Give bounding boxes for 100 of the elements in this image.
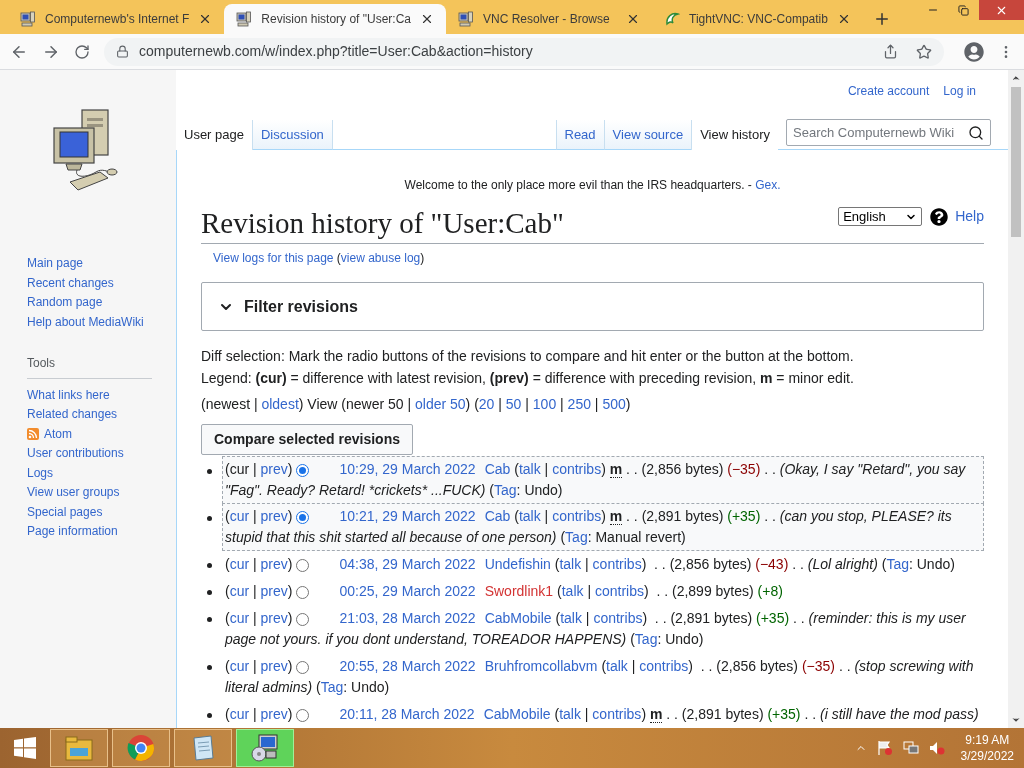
sidebar-link[interactable]: Recent changes bbox=[27, 275, 114, 291]
link[interactable]: talk bbox=[518, 508, 541, 524]
timestamp-link[interactable]: 10:21, 29 March 2022 bbox=[339, 508, 476, 524]
language-select[interactable]: English bbox=[838, 207, 923, 226]
sidebar-link[interactable]: Random page bbox=[27, 295, 103, 311]
link[interactable]: Tag bbox=[565, 529, 588, 545]
account-link[interactable]: Log in bbox=[943, 82, 976, 97]
link[interactable]: prev bbox=[260, 556, 288, 572]
sidebar-link[interactable]: Logs bbox=[27, 463, 54, 482]
link[interactable]: Swordlink1 bbox=[484, 583, 554, 599]
muted-speaker-icon[interactable] bbox=[928, 740, 945, 756]
taskbar-app[interactable] bbox=[236, 729, 294, 767]
flag-icon[interactable] bbox=[876, 740, 893, 756]
radio-button[interactable] bbox=[296, 463, 310, 477]
link[interactable]: contribs bbox=[552, 461, 602, 477]
browser-tab[interactable]: TightVNC: VNC-Compatib bbox=[652, 4, 863, 34]
link[interactable]: talk bbox=[559, 706, 581, 722]
link[interactable]: cur bbox=[229, 706, 250, 722]
link[interactable]: prev bbox=[260, 461, 288, 477]
scrollbar[interactable] bbox=[1008, 70, 1024, 728]
link[interactable]: Bruhfromcollabvm bbox=[484, 658, 598, 674]
timestamp-link[interactable]: 10:29, 29 March 2022 bbox=[339, 461, 476, 477]
link[interactable]: cur bbox=[229, 583, 250, 599]
radio-button[interactable] bbox=[296, 558, 310, 572]
sidebar-link[interactable]: Atom bbox=[44, 424, 72, 443]
link[interactable]: View logs for this page bbox=[213, 251, 334, 265]
link[interactable]: cur bbox=[229, 658, 250, 674]
browser-tab[interactable]: Revision history of "User:Ca bbox=[224, 4, 446, 34]
taskbar-app[interactable] bbox=[174, 729, 232, 767]
link[interactable]: oldest bbox=[261, 396, 299, 412]
page-tab[interactable]: Read bbox=[555, 120, 604, 150]
page-tab[interactable]: Discussion bbox=[253, 120, 333, 150]
timestamp-link[interactable]: 04:38, 29 March 2022 bbox=[339, 556, 476, 572]
radio-button[interactable] bbox=[296, 510, 310, 524]
link[interactable]: prev bbox=[260, 658, 288, 674]
link[interactable]: talk bbox=[559, 556, 582, 572]
filter-panel[interactable]: Filter revisions bbox=[201, 282, 984, 331]
taskbar-app[interactable] bbox=[112, 729, 170, 767]
link[interactable]: cur bbox=[229, 610, 250, 626]
search-field[interactable]: Search Computernewb Wiki bbox=[786, 119, 991, 146]
radio-button[interactable] bbox=[296, 585, 310, 599]
link[interactable]: prev bbox=[260, 706, 288, 722]
link[interactable]: Gex. bbox=[755, 178, 781, 192]
link[interactable]: Undefishin bbox=[484, 556, 551, 572]
timestamp-link[interactable]: 21:03, 28 March 2022 bbox=[339, 610, 476, 626]
link[interactable]: view abuse log bbox=[340, 251, 421, 265]
sidebar-link[interactable]: Main page bbox=[27, 256, 84, 272]
sidebar-link[interactable]: Help about MediaWiki bbox=[27, 314, 144, 330]
help-icon[interactable] bbox=[930, 207, 949, 226]
browser-tab[interactable]: VNC Resolver - Browse bbox=[446, 4, 652, 34]
link[interactable]: contribs bbox=[552, 508, 602, 524]
link[interactable]: talk bbox=[518, 461, 541, 477]
sidebar-link[interactable]: Page information bbox=[27, 522, 118, 541]
timestamp-link[interactable]: 20:55, 28 March 2022 bbox=[339, 658, 476, 674]
close-icon[interactable] bbox=[626, 12, 640, 26]
sidebar-link[interactable]: View user groups bbox=[27, 483, 120, 502]
radio-button[interactable] bbox=[296, 660, 310, 674]
account-link[interactable]: Create account bbox=[847, 82, 930, 97]
radio-button[interactable] bbox=[296, 612, 310, 626]
address-bar[interactable]: computernewb.com/w/index.php?title=User:Cab&action=history bbox=[104, 37, 944, 66]
link[interactable]: talk bbox=[560, 610, 582, 626]
link[interactable]: CabMobile bbox=[483, 706, 551, 722]
link[interactable]: 100 bbox=[532, 396, 557, 412]
link[interactable]: talk bbox=[561, 583, 584, 599]
browser-tab[interactable]: Computernewb's Internet F bbox=[8, 4, 225, 34]
link[interactable]: contribs bbox=[592, 556, 642, 572]
link[interactable]: prev bbox=[260, 610, 288, 626]
link[interactable]: contribs bbox=[594, 583, 644, 599]
bookmark-star-icon[interactable] bbox=[916, 43, 932, 60]
link[interactable]: 50 bbox=[505, 396, 522, 412]
compare-button[interactable]: Compare selected revisions bbox=[201, 424, 413, 455]
search-icon[interactable] bbox=[968, 124, 984, 141]
link[interactable]: talk bbox=[606, 658, 628, 674]
share-icon[interactable] bbox=[883, 44, 898, 59]
taskbar-app[interactable] bbox=[50, 729, 108, 767]
timestamp-link[interactable]: 20:11, 28 March 2022 bbox=[339, 706, 475, 722]
page-tab[interactable]: View source bbox=[603, 120, 692, 150]
link[interactable]: 500 bbox=[602, 396, 626, 412]
link[interactable]: prev bbox=[260, 583, 288, 599]
close-icon[interactable] bbox=[420, 12, 434, 26]
link[interactable]: Cab bbox=[484, 461, 511, 477]
link[interactable]: 250 bbox=[567, 396, 591, 412]
timestamp-link[interactable]: 00:25, 29 March 2022 bbox=[339, 583, 476, 599]
link[interactable]: contribs bbox=[592, 706, 642, 722]
scroll-down-icon[interactable] bbox=[1011, 715, 1021, 725]
link[interactable]: Tag bbox=[494, 482, 517, 498]
link[interactable]: older 50 bbox=[415, 396, 466, 412]
sidebar-link[interactable]: User contributions bbox=[27, 444, 124, 463]
link[interactable]: contribs bbox=[639, 658, 689, 674]
scroll-thumb[interactable] bbox=[1011, 87, 1021, 237]
link[interactable]: cur bbox=[229, 508, 250, 524]
link[interactable]: 20 bbox=[478, 396, 495, 412]
help-link[interactable]: Help bbox=[955, 206, 984, 227]
sidebar-link[interactable]: What links here bbox=[27, 385, 110, 404]
reload-icon[interactable] bbox=[74, 43, 90, 60]
link[interactable]: contribs bbox=[593, 610, 643, 626]
link[interactable]: CabMobile bbox=[484, 610, 552, 626]
link[interactable]: prev bbox=[260, 508, 288, 524]
profile-icon[interactable] bbox=[964, 41, 984, 62]
scroll-up-icon[interactable] bbox=[1011, 73, 1021, 83]
